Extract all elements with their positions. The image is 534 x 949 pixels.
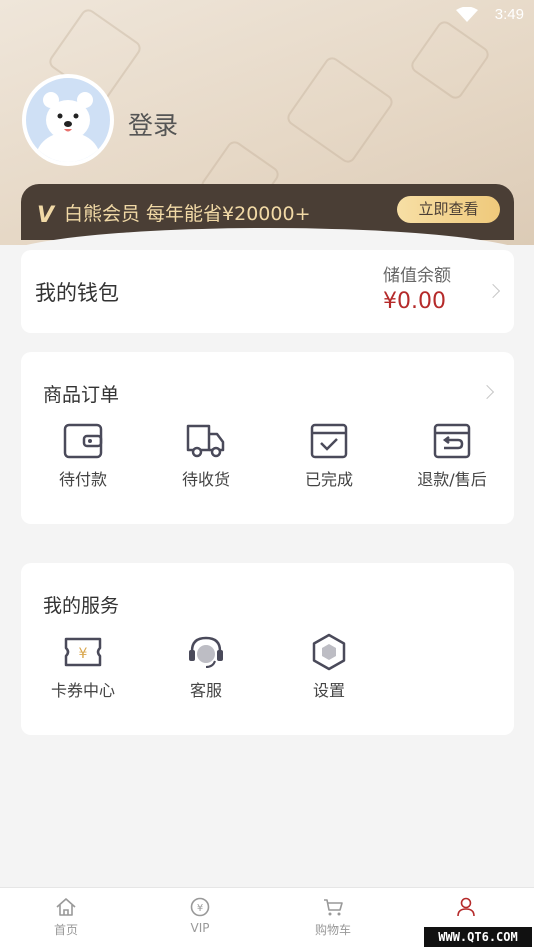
vip-badge-icon: V [37,203,55,228]
avatar[interactable] [22,74,114,166]
tab-vip[interactable]: ¥ VIP [160,897,240,935]
return-box-icon [433,423,471,459]
home-icon [56,898,76,916]
services-title: 我的服务 [43,595,120,617]
site-watermark: WWW.QT6.COM [424,927,532,947]
login-link[interactable]: 登录 [128,106,178,142]
cart-icon [324,899,343,916]
wallet-icon [63,423,103,459]
decorative-shape [284,54,396,166]
wallet-title: 我的钱包 [35,281,119,305]
orders-title: 商品订单 [43,384,120,406]
tab-home-label: 首页 [53,923,78,937]
order-completed-label: 已完成 [304,470,353,489]
decorative-shape [408,18,492,102]
balance-label: 储值余额 [383,266,451,286]
order-pending-receipt-label: 待收货 [181,470,230,489]
order-refund-label: 退款/售后 [417,470,487,489]
order-refund[interactable]: 退款/售后 [397,422,507,490]
tab-vip-label: VIP [190,921,210,935]
truck-icon [186,424,225,458]
services-card: 我的服务 ¥ 卡券中心 客服 设置 [21,563,514,735]
wifi-icon [456,7,478,22]
service-customer-support-label: 客服 [189,681,222,700]
yen-circle-icon: ¥ [190,897,210,917]
service-settings-label: 设置 [312,681,345,700]
tab-home[interactable]: 首页 [26,897,106,938]
service-coupon-center-label: 卡券中心 [50,681,115,700]
service-settings[interactable]: 设置 [274,633,384,701]
orders-card: 商品订单 待付款 待收货 已完成 退款/售后 [21,352,514,524]
view-vip-button[interactable]: 立即查看 [397,196,500,223]
tab-profile[interactable] [426,897,506,921]
tab-cart-label: 购物车 [314,923,351,937]
order-pending-payment[interactable]: 待付款 [28,422,138,490]
svg-text:¥: ¥ [197,903,203,914]
chevron-right-icon [485,283,501,299]
wallet-card[interactable]: 我的钱包 储值余额 ¥0.00 [21,250,514,333]
service-coupon-center[interactable]: ¥ 卡券中心 [28,633,138,701]
vip-banner-text: 白熊会员 每年能省¥20000+ [64,203,311,225]
tab-cart[interactable]: 购物车 [293,897,373,938]
status-bar: 3:49 [0,0,534,30]
balance-value: ¥0.00 [383,289,446,314]
headset-icon [189,636,223,668]
hexagon-settings-icon [312,633,346,671]
check-box-icon [310,423,348,459]
person-icon [457,897,475,917]
chevron-right-icon[interactable] [479,384,495,400]
svg-text:¥: ¥ [79,646,88,662]
coupon-icon: ¥ [64,637,102,667]
order-pending-payment-label: 待付款 [58,470,107,489]
polar-bear-avatar-icon [36,92,100,162]
service-customer-support[interactable]: 客服 [151,633,261,701]
order-pending-receipt[interactable]: 待收货 [151,422,261,490]
status-time: 3:49 [494,6,524,23]
order-completed[interactable]: 已完成 [274,422,384,490]
